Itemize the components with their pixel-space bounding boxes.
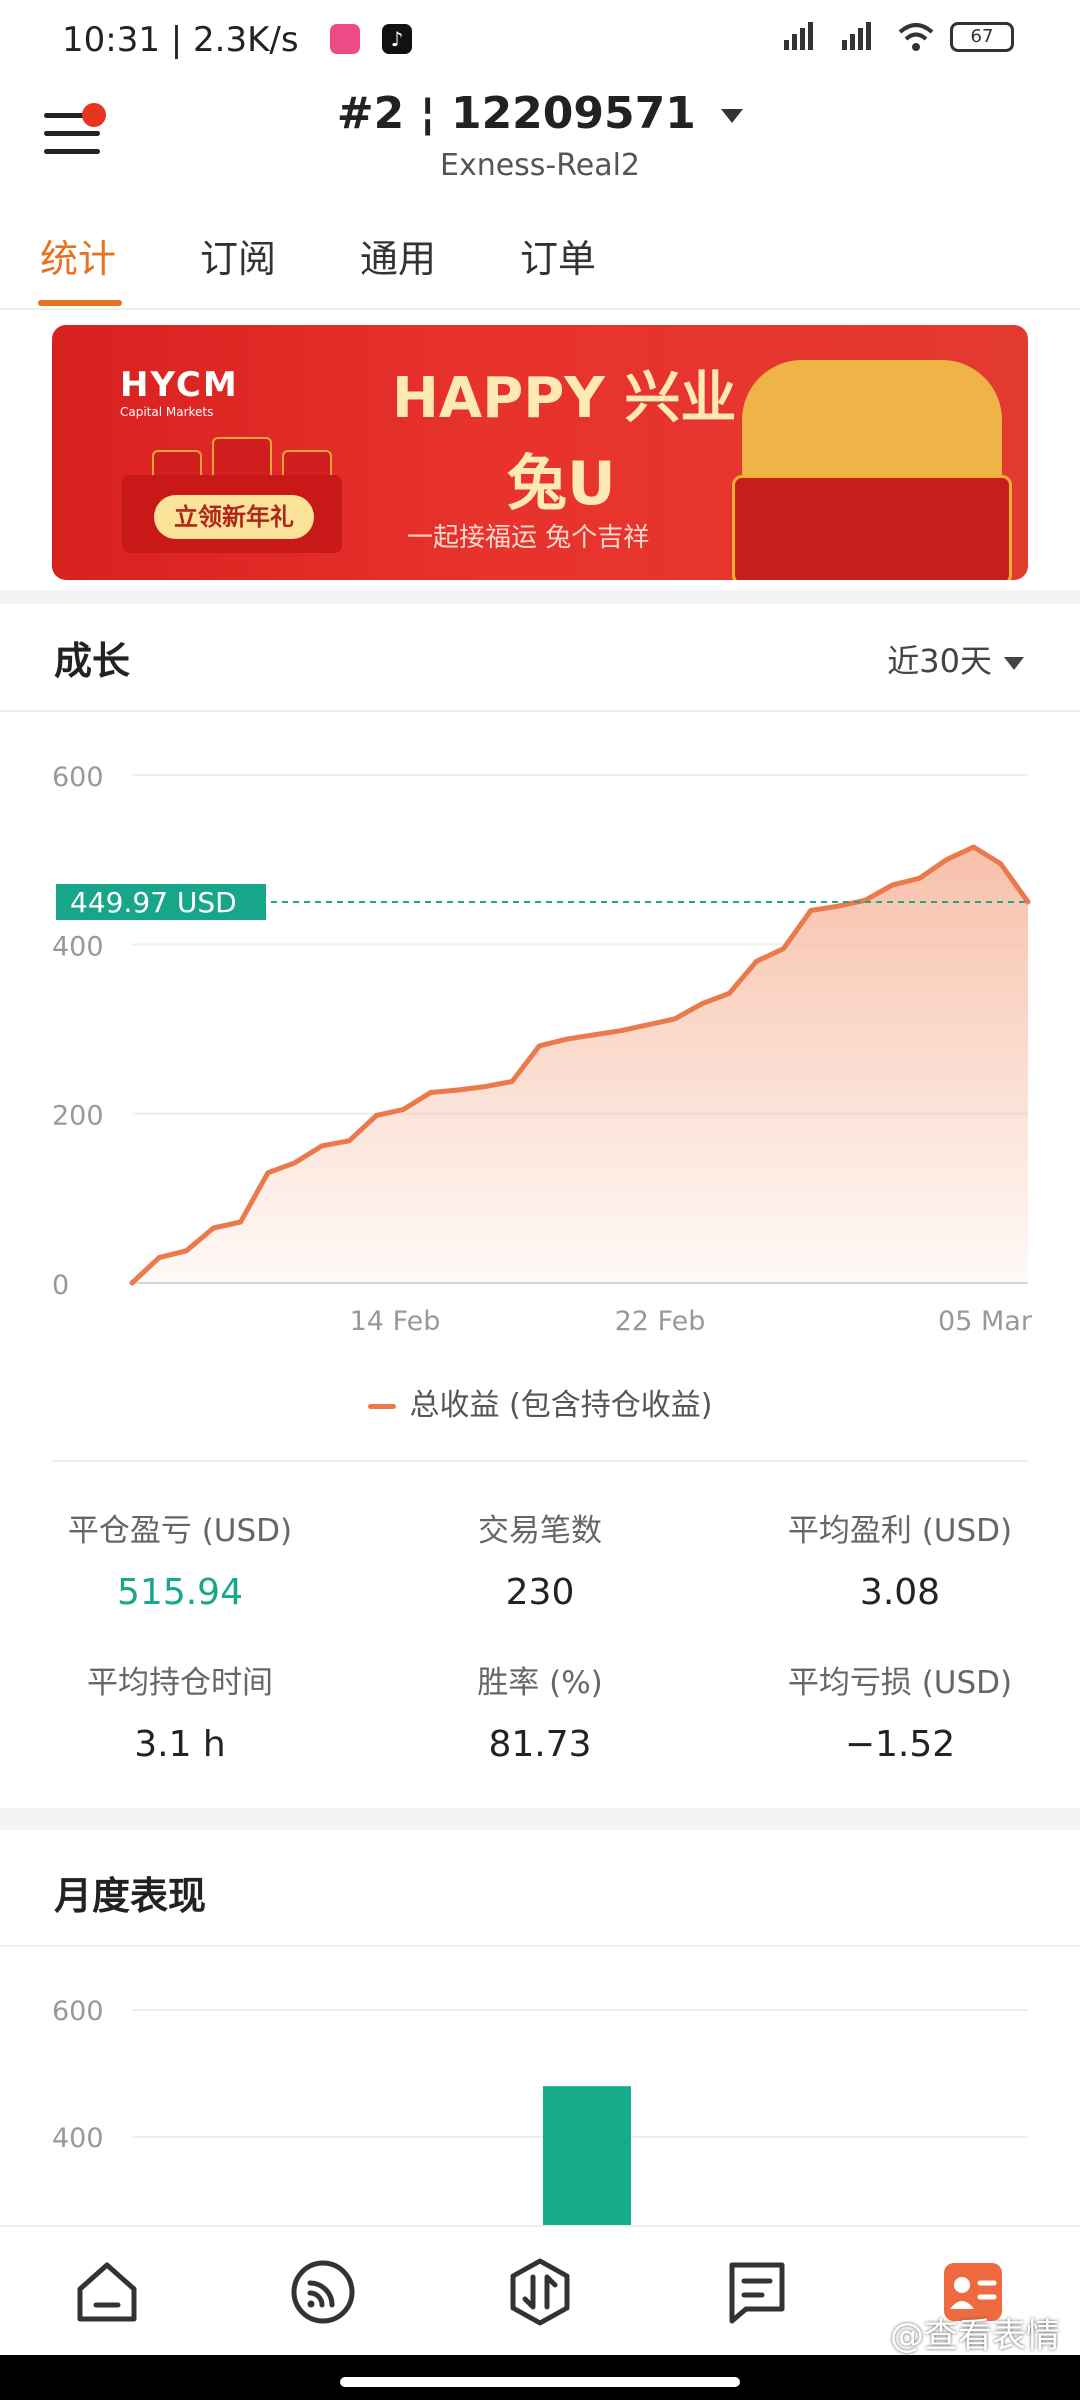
banner-logo: HYCM: [120, 365, 239, 405]
divider: [0, 1945, 1080, 1947]
battery-icon: 67: [950, 22, 1014, 52]
banner-logo-sub: Capital Markets: [120, 405, 214, 419]
banner-title-2: 兔U: [507, 449, 616, 519]
banner-cta-button[interactable]: 立领新年礼: [154, 495, 314, 539]
legend-swatch: [367, 1404, 396, 1409]
divider: [0, 710, 1080, 712]
banner-subtitle: 一起接福运 兔个吉祥: [407, 523, 650, 553]
range-value: 近30天: [887, 642, 992, 680]
stat-avg-profit: 平均盈利 (USD) 3.08: [720, 1505, 1080, 1613]
status-icons: 67: [780, 22, 1014, 52]
stat-label: 平仓盈亏 (USD): [67, 1513, 293, 1549]
gesture-bar[interactable]: [340, 2377, 740, 2387]
reference-label: 449.97 USD: [70, 886, 237, 919]
watermark: @查看表情: [890, 2316, 1060, 2356]
stat-label: 胜率 (%): [477, 1665, 603, 1701]
tiktok-icon: ♪: [382, 24, 412, 54]
x-tick-label: 05 Mar: [938, 1306, 1033, 1337]
y-tick-label: 0: [52, 1270, 69, 1301]
feed-icon: [291, 2260, 355, 2324]
y-tick-label: 400: [52, 931, 104, 962]
account-selector[interactable]: #2 ¦ 12209571: [0, 88, 1080, 139]
stat-value: 3.08: [859, 1572, 941, 1613]
promo-banner[interactable]: HYCM Capital Markets 立领新年礼 HAPPY 兴业 兔U 一…: [52, 325, 1028, 580]
stat-value: 230: [505, 1572, 575, 1613]
section-gap: [0, 1808, 1080, 1830]
account-server: Exness-Real2: [439, 148, 641, 183]
trade-icon: [510, 2258, 570, 2326]
stat-trade-count: 交易笔数 230: [360, 1505, 720, 1613]
monthly-chart: 400 600: [52, 1996, 1028, 2225]
growth-chart: 0 200 400 600 449.97 USD 14 Feb 22 Feb 05 Mar: [52, 762, 1033, 1337]
stat-label: 平均亏损 (USD): [787, 1665, 1013, 1701]
tab-indicator: [38, 300, 122, 306]
nav-trade[interactable]: [505, 2257, 575, 2327]
growth-title: 成长: [54, 639, 131, 683]
message-icon: [729, 2262, 785, 2324]
signal-icon: [784, 22, 813, 50]
chevron-down-icon: [721, 109, 744, 123]
y-tick-label: 600: [52, 762, 104, 793]
chart-legend: 总收益 (包含持仓收益): [0, 1380, 1080, 1424]
stat-value: −1.52: [844, 1724, 956, 1765]
stat-label: 交易笔数: [478, 1513, 602, 1549]
signal-icon-2: [842, 22, 871, 50]
monthly-title: 月度表现: [54, 1874, 207, 1918]
app-icon: [330, 24, 360, 54]
divider: [52, 1460, 1028, 1462]
status-time: 10:31 | 2.3K/s: [62, 20, 299, 60]
stat-value: 81.73: [488, 1724, 592, 1765]
stat-label: 平均盈利 (USD): [787, 1513, 1013, 1549]
x-tick-label: 22 Feb: [615, 1306, 706, 1337]
mascot-illustration: [742, 360, 1002, 490]
y-tick-label: 600: [52, 1996, 104, 2027]
stat-label: 平均持仓时间: [87, 1665, 273, 1701]
tab-orders[interactable]: 订单: [520, 228, 596, 283]
nav-messages[interactable]: [722, 2257, 792, 2327]
y-tick-label: 400: [52, 2123, 104, 2154]
nav-home[interactable]: [72, 2257, 142, 2327]
tab-subscribe[interactable]: 订阅: [200, 228, 276, 283]
tab-bar: 统计 订阅 通用 订单: [0, 220, 1080, 310]
x-tick-label: 14 Feb: [350, 1306, 441, 1337]
range-dropdown[interactable]: 近30天: [887, 636, 1024, 682]
account-number: #2 ¦ 12209571: [336, 88, 696, 139]
battery-level: 67: [970, 26, 994, 47]
wifi-icon: [898, 23, 934, 51]
section-gap: [0, 590, 1080, 604]
home-icon: [77, 2262, 137, 2322]
tab-general[interactable]: 通用: [360, 228, 436, 283]
stat-value: 515.94: [117, 1572, 243, 1613]
stat-value: 3.1 h: [134, 1724, 226, 1765]
stat-avg-loss: 平均亏损 (USD) −1.52: [720, 1657, 1080, 1765]
stat-win-rate: 胜率 (%) 81.73: [360, 1657, 720, 1765]
series-area: [132, 847, 1028, 1283]
y-tick-label: 200: [52, 1101, 104, 1132]
banner-title: HAPPY 兴业: [392, 366, 737, 431]
gift-box-illustration: [732, 475, 1012, 580]
legend-label: 总收益 (包含持仓收益): [409, 1388, 713, 1423]
nav-feed[interactable]: [288, 2257, 358, 2327]
tab-stats[interactable]: 统计: [40, 228, 116, 283]
stat-avg-hold-time: 平均持仓时间 3.1 h: [0, 1657, 360, 1765]
bar: [543, 2086, 631, 2225]
stat-closed-pnl: 平仓盈亏 (USD) 515.94: [0, 1505, 360, 1613]
chevron-down-icon: [1004, 656, 1024, 670]
status-bar: 10:31 | 2.3K/s ♪ 67: [0, 0, 1080, 80]
